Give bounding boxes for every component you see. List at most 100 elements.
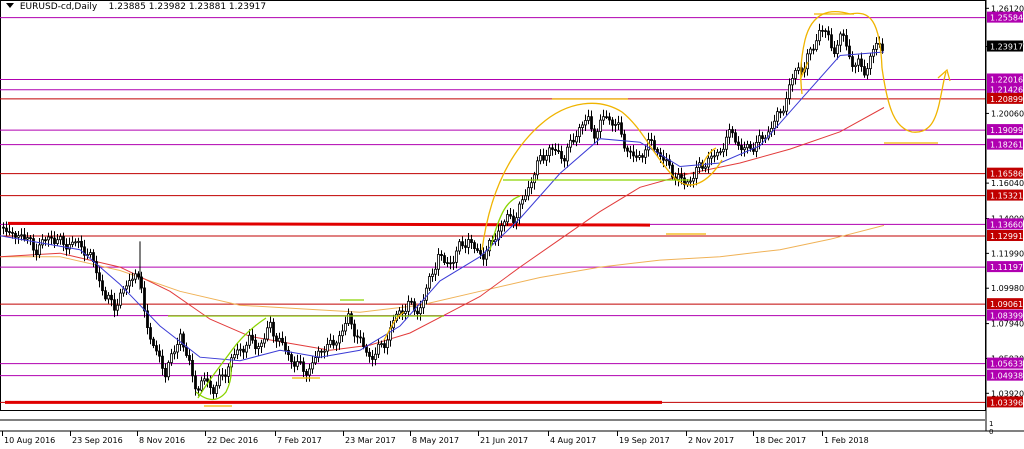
candle [218, 368, 221, 389]
candle [524, 189, 527, 203]
candle [575, 130, 578, 147]
candle-body [281, 337, 284, 344]
candle-body [287, 349, 290, 355]
candle [179, 328, 182, 352]
candle-body [875, 42, 878, 50]
candle-body [632, 151, 635, 157]
candle [281, 331, 284, 346]
candle [155, 340, 158, 356]
candle [425, 284, 428, 305]
candle-body [254, 339, 257, 350]
candle [590, 110, 593, 133]
candle [863, 59, 866, 78]
candle-body [857, 58, 860, 66]
candle-body [284, 342, 287, 351]
candle [362, 332, 365, 350]
candle-body [359, 336, 362, 339]
candle-body [845, 35, 848, 47]
candle [278, 332, 281, 347]
candle-body [509, 214, 512, 217]
candle-body [518, 203, 521, 219]
candle [407, 295, 410, 317]
candle [785, 91, 788, 116]
candle-body [134, 273, 137, 280]
candle [86, 248, 89, 260]
candle-body [353, 323, 356, 337]
candle [227, 363, 230, 384]
candle-body [296, 361, 299, 367]
candle [842, 29, 845, 42]
candle [377, 338, 380, 358]
candle [158, 344, 161, 363]
candle [152, 336, 155, 349]
candle-body [563, 158, 566, 162]
candle-body [122, 288, 125, 294]
candle [113, 292, 116, 318]
candle-body [329, 339, 332, 345]
candle [257, 342, 260, 356]
candle-body [479, 250, 482, 255]
candle-body [419, 307, 422, 315]
level-label: 1.04938 [990, 372, 1023, 381]
candle [389, 320, 392, 347]
candle [560, 145, 563, 164]
candle-body [689, 180, 692, 183]
candle-body [680, 174, 683, 179]
price-chart[interactable]: 101.261201.239171.200601.160401.140001.1… [0, 0, 1024, 449]
candle [134, 269, 137, 284]
candle [767, 126, 770, 141]
collapse-triangle-icon[interactable] [6, 3, 14, 8]
candle-body [170, 353, 173, 363]
candle-body [449, 262, 452, 265]
candle-body [152, 338, 155, 346]
candle-body [713, 155, 716, 158]
candle-body [242, 348, 245, 353]
candle [626, 145, 629, 158]
candle-body [41, 239, 44, 246]
candle [290, 351, 293, 369]
candle-body [53, 237, 56, 244]
candle [128, 273, 131, 293]
candle [641, 153, 644, 163]
candle [293, 356, 296, 373]
candle-body [17, 235, 20, 238]
candle-body [500, 225, 503, 232]
candle [596, 128, 599, 145]
candle [557, 143, 560, 154]
candle [527, 180, 530, 201]
candle [236, 343, 239, 360]
candle-body [362, 337, 365, 348]
candle [461, 236, 464, 250]
candle-body [761, 135, 764, 139]
candle [446, 257, 449, 268]
candle-body [386, 339, 389, 348]
candle-body [503, 221, 506, 226]
candle-body [278, 337, 281, 342]
candle [440, 250, 443, 261]
candle-body [836, 44, 839, 55]
candle-body [881, 43, 884, 51]
candle [605, 110, 608, 120]
candle [260, 339, 263, 353]
candle [5, 221, 8, 236]
candle-body [302, 361, 305, 372]
price-tick-label: 1.09980 [991, 284, 1024, 293]
candle-body [863, 66, 866, 76]
candle-body [641, 155, 644, 158]
candle [563, 155, 566, 168]
candle [101, 274, 104, 296]
candle-body [470, 239, 473, 243]
level-label: 1.09061 [990, 300, 1023, 309]
candle [356, 329, 359, 344]
candle-body [566, 146, 569, 162]
date-tick-label: 7 Feb 2017 [277, 436, 322, 445]
candle [11, 227, 14, 239]
candle-body [830, 34, 833, 49]
candle [338, 330, 341, 350]
date-tick-label: 2 Nov 2017 [688, 436, 734, 445]
candle [809, 46, 812, 61]
candle-body [125, 285, 128, 290]
candle [602, 109, 605, 125]
ma-fast-line [0, 51, 885, 362]
candle-body [776, 111, 779, 122]
